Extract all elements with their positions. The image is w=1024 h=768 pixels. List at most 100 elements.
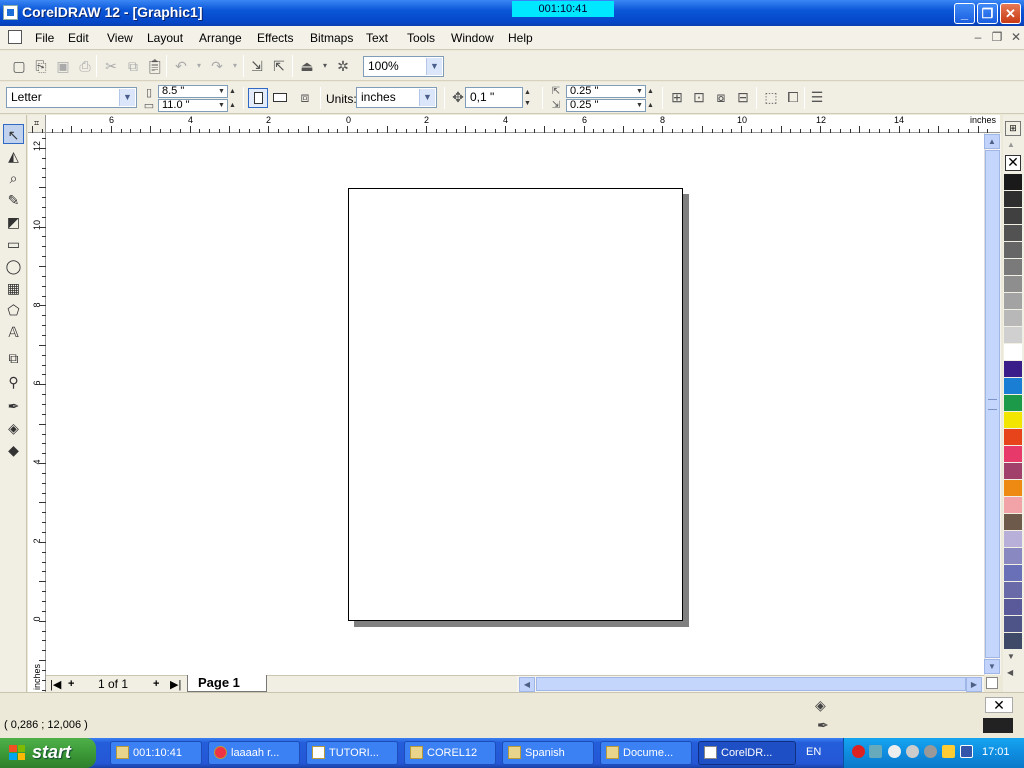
palette-scroll-up-icon[interactable]: ▲ (1007, 140, 1015, 149)
interactive-blend-tool-icon[interactable]: ⧉ (3, 348, 24, 368)
nudge-stepper-down-icon[interactable]: ▼ (522, 98, 533, 109)
volume-icon[interactable] (942, 745, 955, 758)
units-combo[interactable]: inches ▼ (356, 87, 437, 108)
color-swatch[interactable] (1004, 344, 1022, 361)
color-swatch[interactable] (1004, 310, 1022, 327)
edit-across-layers-icon[interactable]: ⧠ (784, 88, 802, 106)
menu-help[interactable]: Help (508, 31, 533, 45)
undo-dropdown-icon[interactable]: ▾ (190, 57, 208, 75)
menu-window[interactable]: Window (451, 31, 494, 45)
color-swatch[interactable] (1004, 242, 1022, 259)
import-icon[interactable]: ⇲ (248, 57, 266, 75)
tray-app-icon[interactable] (960, 745, 973, 758)
height-stepper-up-icon[interactable]: ▲ (227, 100, 238, 111)
menu-file[interactable]: File (35, 31, 54, 45)
redo-dropdown-icon[interactable]: ▾ (226, 57, 244, 75)
color-swatch[interactable] (1004, 548, 1022, 565)
no-fill-swatch[interactable]: ✕ (1005, 155, 1021, 171)
paste-icon[interactable]: 📋︎ (146, 57, 164, 75)
color-swatch[interactable] (1004, 531, 1022, 548)
task-timer[interactable]: 001:10:41 (110, 741, 202, 765)
snap-to-objects-icon[interactable]: ⧇ (712, 88, 730, 106)
pick-tool-icon[interactable]: ↖ (3, 124, 24, 144)
fill-none-indicator[interactable]: ✕ (985, 697, 1013, 713)
width-stepper-up-icon[interactable]: ▲ (227, 86, 238, 97)
task-corel12-folder[interactable]: COREL12 (404, 741, 496, 765)
color-swatch[interactable] (1004, 446, 1022, 463)
ellipse-tool-icon[interactable]: ◯ (3, 256, 24, 276)
task-tutorial[interactable]: TUTORI... (306, 741, 398, 765)
copy-icon[interactable]: ⧉ (124, 57, 142, 75)
color-swatch[interactable] (1004, 395, 1022, 412)
drawing-page[interactable] (348, 188, 683, 621)
tray-app-icon[interactable] (906, 745, 919, 758)
color-swatch[interactable] (1004, 480, 1022, 497)
add-page-before-icon[interactable]: + (68, 678, 74, 690)
coreldraw-app-icon[interactable] (3, 5, 18, 20)
dynamic-guides-icon[interactable]: ⊟ (734, 88, 752, 106)
menu-tools[interactable]: Tools (407, 31, 435, 45)
tray-app-icon[interactable] (888, 745, 901, 758)
task-documents-folder[interactable]: Docume... (600, 741, 692, 765)
scroll-right-icon[interactable]: ▶ (966, 677, 982, 692)
color-swatch[interactable] (1004, 361, 1022, 378)
chevron-down-icon[interactable]: ▼ (119, 89, 135, 106)
treat-as-filled-icon[interactable]: ⬚ (762, 88, 780, 106)
paper-type-combo[interactable]: Letter ▼ (6, 87, 137, 108)
open-icon[interactable]: ⎘ (32, 57, 50, 75)
color-swatch[interactable] (1004, 276, 1022, 293)
doc-close-icon[interactable]: ✕ (1009, 30, 1023, 44)
corel-online-icon[interactable]: ✲ (334, 57, 352, 75)
page-tab[interactable]: Page 1 (187, 675, 267, 692)
width-stepper-down-icon[interactable]: ▼ (216, 86, 227, 97)
view-navigator-icon[interactable] (986, 677, 998, 689)
start-button[interactable]: start (0, 738, 96, 768)
print-icon[interactable]: ⎙ (76, 57, 94, 75)
color-swatch[interactable] (1004, 412, 1022, 429)
menu-effects[interactable]: Effects (257, 31, 293, 45)
dup-x-stepper-up-icon[interactable]: ▲ (645, 86, 656, 97)
undo-icon[interactable]: ↶ (172, 57, 190, 75)
color-swatch[interactable] (1004, 497, 1022, 514)
height-stepper-down-icon[interactable]: ▼ (216, 100, 227, 111)
color-swatch[interactable] (1004, 191, 1022, 208)
scroll-left-icon[interactable]: ◀ (519, 677, 535, 692)
task-browser[interactable]: laaaah r... (208, 741, 300, 765)
color-swatch[interactable] (1004, 633, 1022, 650)
portrait-button[interactable] (248, 88, 268, 108)
color-swatch[interactable] (1004, 599, 1022, 616)
dup-y-stepper-down-icon[interactable]: ▼ (634, 100, 645, 111)
outline-color-indicator[interactable] (983, 718, 1013, 733)
add-page-after-icon[interactable]: + (153, 678, 159, 690)
minimize-button[interactable]: _ (954, 3, 975, 24)
interactive-fill-tool-icon[interactable]: ◆ (3, 440, 24, 460)
first-page-icon[interactable]: |◀ (50, 678, 61, 691)
color-swatch[interactable] (1004, 225, 1022, 242)
document-icon[interactable] (8, 30, 22, 44)
task-spanish-folder[interactable]: Spanish (502, 741, 594, 765)
color-swatch[interactable] (1004, 429, 1022, 446)
color-swatch[interactable] (1004, 463, 1022, 480)
zoom-tool-icon[interactable]: ⌕ (3, 168, 24, 188)
color-swatch[interactable] (1004, 208, 1022, 225)
text-tool-icon[interactable]: 𝔸 (3, 322, 24, 342)
menu-text[interactable]: Text (366, 31, 388, 45)
cut-icon[interactable]: ✂ (102, 57, 120, 75)
eyedropper-tool-icon[interactable]: ⚲ (3, 372, 24, 392)
last-page-icon[interactable]: ▶| (170, 678, 181, 691)
launcher-dropdown-icon[interactable]: ▾ (316, 57, 334, 75)
snap-to-guidelines-icon[interactable]: ⊡ (690, 88, 708, 106)
menu-layout[interactable]: Layout (147, 31, 183, 45)
antivirus-icon[interactable] (852, 745, 865, 758)
rectangle-tool-icon[interactable]: ▭ (3, 234, 24, 254)
outline-tool-icon[interactable]: ✒ (3, 396, 24, 416)
color-swatch[interactable] (1004, 514, 1022, 531)
chevron-down-icon[interactable]: ▼ (419, 89, 435, 106)
application-launcher-icon[interactable]: ⏏ (298, 57, 316, 75)
dup-x-stepper-down-icon[interactable]: ▼ (634, 86, 645, 97)
new-icon[interactable]: ▢ (10, 57, 28, 75)
menu-arrange[interactable]: Arrange (199, 31, 242, 45)
redo-icon[interactable]: ↷ (208, 57, 226, 75)
scroll-up-icon[interactable]: ▲ (984, 134, 1000, 149)
menu-bitmaps[interactable]: Bitmaps (310, 31, 353, 45)
